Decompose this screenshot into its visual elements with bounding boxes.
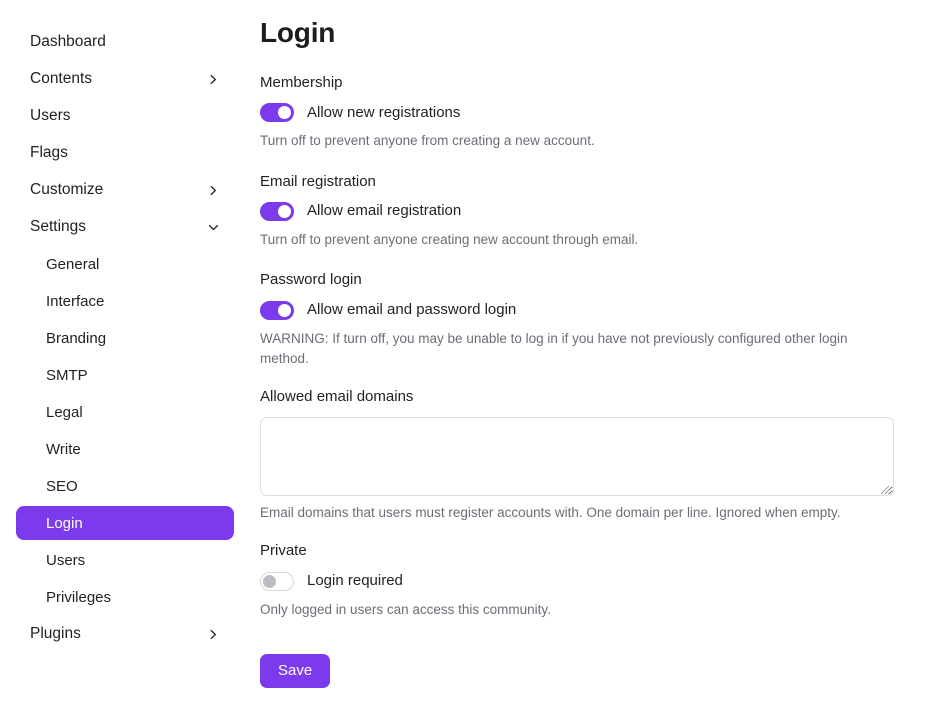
settings-main-panel: Login Membership Allow new registrations…: [250, 0, 949, 711]
toggle-knob: [278, 205, 291, 219]
field-label-allowed-email-domains: Allowed email domains: [260, 388, 414, 406]
sidebar-item-legal[interactable]: Legal: [16, 395, 234, 429]
chevron-right-icon[interactable]: [206, 183, 220, 197]
toggle-label-login-required: Login required: [307, 571, 403, 589]
chevron-down-icon[interactable]: [206, 220, 220, 234]
sidebar-item-users[interactable]: Users: [16, 99, 234, 133]
help-text-email-registration: Turn off to prevent anyone creating new …: [260, 232, 639, 248]
sidebar-item-label: Flags: [30, 144, 68, 162]
admin-sidebar: Dashboard Contents Users Flags Customize Sett…: [0, 0, 250, 711]
sidebar-item-settings[interactable]: Settings: [16, 210, 234, 244]
sidebar-item-label: SMTP: [46, 366, 88, 384]
sidebar-item-privileges[interactable]: Privileges: [16, 580, 234, 614]
section-membership: Membership Allow new registrations Turn …: [260, 73, 909, 152]
sidebar-item-label: Interface: [46, 292, 105, 310]
sidebar-item-label: Settings: [30, 218, 87, 236]
toggle-allow-email-and-password-login[interactable]: [260, 300, 294, 320]
section-allowed-email-domains: Allowed email domains Email domains that…: [260, 389, 909, 523]
toggle-label-allow-email-registration: Allow email registration: [307, 202, 462, 220]
toggle-allow-new-registrations[interactable]: [260, 103, 294, 123]
chevron-right-icon[interactable]: [206, 627, 220, 641]
sidebar-item-users[interactable]: Users: [16, 543, 234, 577]
sidebar-item-label: Contents: [30, 70, 93, 88]
sidebar-item-label: Branding: [46, 329, 107, 347]
sidebar-item-plugins[interactable]: Plugins: [16, 617, 234, 651]
section-email-registration: Email registration Allow email registrat…: [260, 172, 909, 251]
toggle-allow-email-registration[interactable]: [260, 202, 294, 222]
sidebar-item-dashboard[interactable]: Dashboard: [16, 25, 234, 59]
sidebar-item-branding[interactable]: Branding: [16, 321, 234, 355]
sidebar-item-write[interactable]: Write: [16, 432, 234, 466]
sidebar-item-label: Write: [46, 440, 81, 458]
toggle-login-required[interactable]: [260, 571, 294, 591]
section-label-email-registration: Email registration: [260, 172, 376, 190]
sidebar-item-flags[interactable]: Flags: [16, 136, 234, 170]
sidebar-item-login[interactable]: Login: [16, 506, 234, 540]
sidebar-item-interface[interactable]: Interface: [16, 284, 234, 318]
toggle-row-login-required: Login required: [260, 571, 909, 591]
admin-settings-page: Dashboard Contents Users Flags Customize Sett…: [0, 0, 949, 711]
sidebar-item-smtp[interactable]: SMTP: [16, 358, 234, 392]
sidebar-item-label: Legal: [46, 403, 83, 421]
toggle-label-allow-email-and-password-login: Allow email and password login: [307, 301, 517, 319]
section-private: Private Login required Only logged in us…: [260, 543, 909, 620]
sidebar-item-label: Users: [30, 107, 71, 125]
sidebar-item-seo[interactable]: SEO: [16, 469, 234, 503]
sidebar-item-label: Login: [46, 514, 83, 532]
help-text-password-login: WARNING: If turn off, you may be unable …: [260, 330, 848, 367]
sidebar-item-label: SEO: [46, 477, 78, 495]
toggle-row-allow-email-registration: Allow email registration: [260, 202, 909, 222]
toggle-knob: [278, 106, 291, 120]
page-title: Login: [260, 17, 336, 48]
sidebar-item-label: Privileges: [46, 588, 112, 606]
sidebar-item-label: Dashboard: [30, 33, 106, 51]
save-button[interactable]: Save: [260, 653, 331, 689]
sidebar-item-label: Plugins: [30, 625, 81, 643]
sidebar-item-general[interactable]: General: [16, 247, 234, 281]
toggle-row-allow-new-registrations: Allow new registrations: [260, 103, 909, 123]
sidebar-item-customize[interactable]: Customize: [16, 173, 234, 207]
sidebar-nav-list: Dashboard Contents Users Flags Customize Sett…: [0, 25, 250, 651]
toggle-knob: [278, 303, 291, 317]
section-password-login: Password login Allow email and password …: [260, 272, 909, 369]
sidebar-item-contents[interactable]: Contents: [16, 62, 234, 96]
sidebar-item-label: Customize: [30, 181, 104, 199]
help-text-allowed-email-domains: Email domains that users must register a…: [260, 504, 841, 520]
toggle-knob: [263, 574, 276, 588]
help-text-private: Only logged in users can access this com…: [260, 601, 551, 617]
allowed-email-domains-field-wrap: [260, 416, 894, 496]
sidebar-item-label: General: [46, 255, 100, 273]
toggle-row-allow-email-and-password-login: Allow email and password login: [260, 300, 909, 320]
sidebar-item-label: Users: [46, 551, 86, 569]
section-label-password-login: Password login: [260, 271, 362, 289]
allowed-email-domains-textarea[interactable]: [260, 416, 894, 496]
toggle-label-allow-new-registrations: Allow new registrations: [307, 103, 461, 121]
section-label-membership: Membership: [260, 73, 343, 91]
help-text-membership: Turn off to prevent anyone from creating…: [260, 133, 595, 149]
chevron-right-icon[interactable]: [206, 72, 220, 86]
section-label-private: Private: [260, 542, 307, 560]
